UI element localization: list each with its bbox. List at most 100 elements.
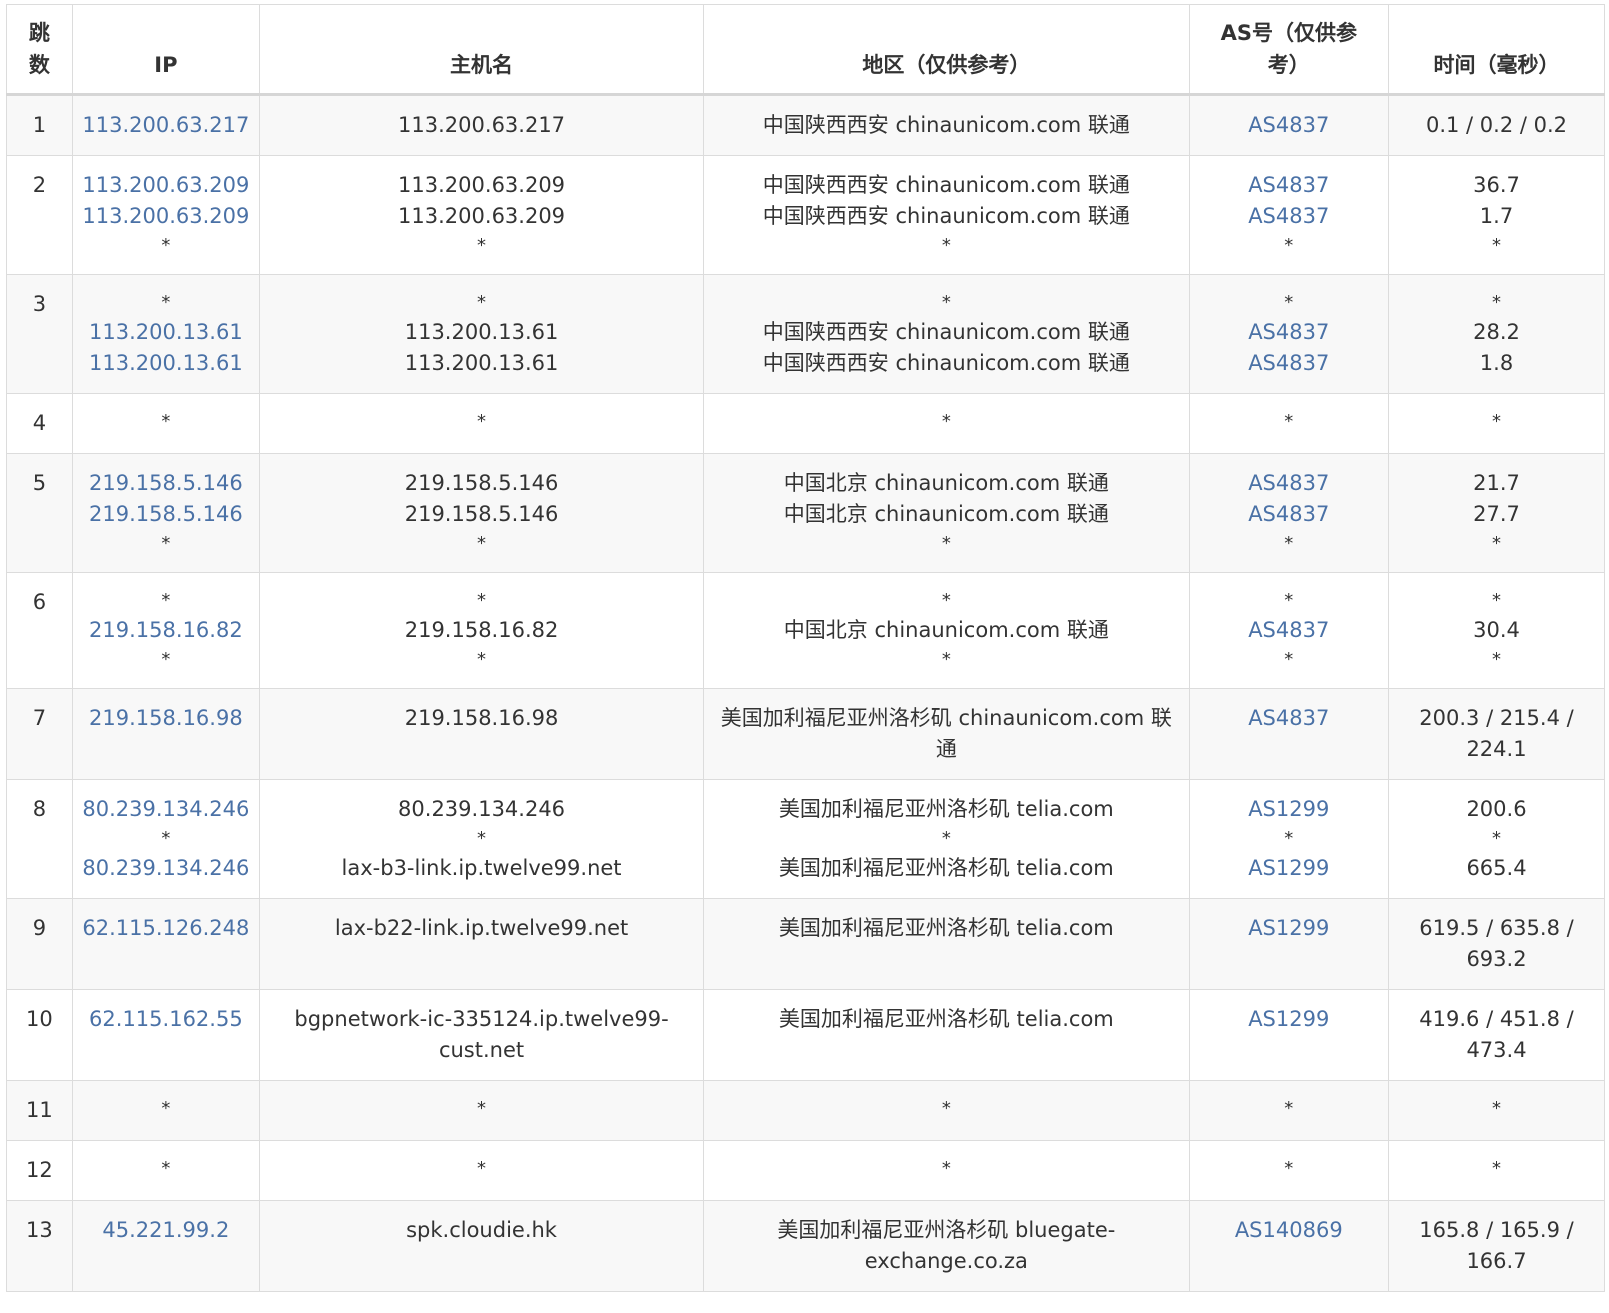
ip-link[interactable]: 80.239.134.246 bbox=[81, 853, 251, 884]
no-response-marker: * bbox=[941, 411, 951, 432]
no-response-marker: * bbox=[941, 1158, 951, 1179]
table-row: 6 * 219.158.16.82 * * 219.158.16.82 * * 中国北京 chi… bbox=[6, 572, 1605, 689]
asn-cell: AS140869 bbox=[1188, 1200, 1390, 1292]
time-cell: 619.5 / 635.8 / 693.2 bbox=[1388, 898, 1605, 990]
asn-link[interactable]: AS4837 bbox=[1198, 468, 1380, 499]
region-cell: * 中国陕西西安 chinaunicom.com 联通 中国陕西西安 chinaun… bbox=[703, 274, 1190, 394]
region-text: 中国北京 chinaunicom.com 联通 bbox=[783, 618, 1109, 642]
hostname-cell: spk.cloudie.hk bbox=[258, 1200, 705, 1292]
table-row: 9 62.115.126.248 lax-b22-link.ip.twelve99.… bbox=[6, 898, 1605, 990]
hostname-cell: 80.239.134.246 * lax-b3-link.ip.twelve99.n… bbox=[258, 779, 705, 899]
region-text: 中国北京 chinaunicom.com 联通 bbox=[783, 502, 1109, 526]
host-text: 80.239.134.246 bbox=[398, 797, 566, 821]
hostname-cell: * bbox=[258, 1140, 705, 1201]
region-text: 中国陕西西安 chinaunicom.com 联通 bbox=[762, 113, 1130, 137]
host-text: 219.158.5.146 bbox=[404, 471, 559, 495]
ip-link[interactable]: 113.200.13.61 bbox=[81, 348, 251, 379]
ip-cell: * bbox=[71, 393, 260, 454]
host-text: 113.200.63.209 bbox=[398, 204, 566, 228]
asn-cell: AS4837 AS4837 * bbox=[1188, 155, 1390, 275]
asn-link[interactable]: AS1299 bbox=[1198, 853, 1380, 884]
time-cell: 36.7 1.7 * bbox=[1388, 155, 1605, 275]
no-response-marker: * bbox=[161, 292, 171, 313]
region-text: 中国陕西西安 chinaunicom.com 联通 bbox=[762, 173, 1130, 197]
asn-link[interactable]: AS4837 bbox=[1198, 348, 1380, 379]
asn-link[interactable]: AS140869 bbox=[1198, 1215, 1380, 1246]
asn-link[interactable]: AS4837 bbox=[1198, 110, 1380, 141]
traceroute-table: 跳数 IP 主机名 地区（仅供参考） AS号（仅供参考） 时间（毫秒） 1 113… bbox=[6, 4, 1605, 1292]
asn-link[interactable]: AS4837 bbox=[1198, 615, 1380, 646]
host-text: 219.158.16.98 bbox=[404, 706, 559, 730]
table-row: 13 45.221.99.2 spk.cloudie.hk 美国加利福尼亚州洛杉矶 b… bbox=[6, 1200, 1605, 1292]
asn-cell: * bbox=[1188, 1140, 1390, 1201]
time-text: 619.5 / 635.8 / 693.2 bbox=[1419, 916, 1574, 971]
asn-cell: * AS4837 AS4837 bbox=[1188, 274, 1390, 394]
hop-cell: 7 bbox=[6, 688, 73, 780]
ip-cell: 219.158.5.146 219.158.5.146 * bbox=[71, 453, 260, 573]
hostname-cell: lax-b22-link.ip.twelve99.net bbox=[258, 898, 705, 990]
asn-link[interactable]: AS1299 bbox=[1198, 913, 1380, 944]
hop-cell: 6 bbox=[6, 572, 73, 689]
region-cell: * bbox=[703, 1140, 1190, 1201]
no-response-marker: * bbox=[477, 1158, 487, 1179]
time-text: 1.7 bbox=[1479, 204, 1514, 228]
ip-link[interactable]: 219.158.16.82 bbox=[81, 615, 251, 646]
asn-link[interactable]: AS1299 bbox=[1198, 1004, 1380, 1035]
host-text: lax-b22-link.ip.twelve99.net bbox=[334, 916, 629, 940]
hostname-cell: 219.158.5.146 219.158.5.146 * bbox=[258, 453, 705, 573]
no-response-marker: * bbox=[477, 828, 487, 849]
no-response-marker: * bbox=[477, 235, 487, 256]
table-row: 4 * * * * * bbox=[6, 393, 1605, 454]
time-cell: 165.8 / 165.9 / 166.7 bbox=[1388, 1200, 1605, 1292]
no-response-marker: * bbox=[1284, 292, 1294, 313]
asn-link[interactable]: AS4837 bbox=[1198, 170, 1380, 201]
no-response-marker: * bbox=[161, 235, 171, 256]
asn-link[interactable]: AS4837 bbox=[1198, 201, 1380, 232]
no-response-marker: * bbox=[161, 411, 171, 432]
ip-link[interactable]: 113.200.63.209 bbox=[81, 201, 251, 232]
time-text: 165.8 / 165.9 / 166.7 bbox=[1419, 1218, 1574, 1273]
ip-link[interactable]: 80.239.134.246 bbox=[81, 794, 251, 825]
ip-link[interactable]: 219.158.5.146 bbox=[81, 499, 251, 530]
hop-cell: 13 bbox=[6, 1200, 73, 1292]
no-response-marker: * bbox=[1284, 649, 1294, 670]
ip-link[interactable]: 113.200.63.217 bbox=[81, 110, 251, 141]
ip-link[interactable]: 62.115.162.55 bbox=[81, 1004, 251, 1035]
time-cell: * bbox=[1388, 1140, 1605, 1201]
time-cell: * 28.2 1.8 bbox=[1388, 274, 1605, 394]
ip-link[interactable]: 62.115.126.248 bbox=[81, 913, 251, 944]
asn-link[interactable]: AS4837 bbox=[1198, 499, 1380, 530]
no-response-marker: * bbox=[477, 649, 487, 670]
hostname-cell: * bbox=[258, 1080, 705, 1141]
hostname-cell: 113.200.63.217 bbox=[258, 94, 705, 156]
region-text: 美国加利福尼亚州洛杉矶 chinaunicom.com 联通 bbox=[720, 706, 1172, 761]
region-cell: 中国陕西西安 chinaunicom.com 联通 bbox=[703, 94, 1190, 156]
header-hostname: 主机名 bbox=[258, 4, 705, 96]
no-response-marker: * bbox=[477, 590, 487, 611]
region-cell: * bbox=[703, 393, 1190, 454]
asn-link[interactable]: AS4837 bbox=[1198, 317, 1380, 348]
ip-link[interactable]: 219.158.16.98 bbox=[81, 703, 251, 734]
ip-link[interactable]: 113.200.13.61 bbox=[81, 317, 251, 348]
no-response-marker: * bbox=[1284, 1098, 1294, 1119]
region-text: 美国加利福尼亚州洛杉矶 telia.com bbox=[778, 916, 1114, 940]
ip-cell: * bbox=[71, 1140, 260, 1201]
time-text: 419.6 / 451.8 / 473.4 bbox=[1419, 1007, 1574, 1062]
time-cell: * bbox=[1388, 1080, 1605, 1141]
no-response-marker: * bbox=[477, 1098, 487, 1119]
time-cell: 0.1 / 0.2 / 0.2 bbox=[1388, 94, 1605, 156]
hop-cell: 10 bbox=[6, 989, 73, 1081]
region-cell: 美国加利福尼亚州洛杉矶 telia.com bbox=[703, 989, 1190, 1081]
region-text: 美国加利福尼亚州洛杉矶 telia.com bbox=[778, 856, 1114, 880]
host-text: 219.158.16.82 bbox=[404, 618, 559, 642]
asn-cell: AS1299 * AS1299 bbox=[1188, 779, 1390, 899]
ip-link[interactable]: 113.200.63.209 bbox=[81, 170, 251, 201]
ip-link[interactable]: 219.158.5.146 bbox=[81, 468, 251, 499]
ip-link[interactable]: 45.221.99.2 bbox=[81, 1215, 251, 1246]
no-response-marker: * bbox=[1284, 235, 1294, 256]
no-response-marker: * bbox=[1284, 533, 1294, 554]
asn-link[interactable]: AS1299 bbox=[1198, 794, 1380, 825]
host-text: 113.200.13.61 bbox=[404, 320, 559, 344]
asn-cell: * bbox=[1188, 393, 1390, 454]
asn-link[interactable]: AS4837 bbox=[1198, 703, 1380, 734]
